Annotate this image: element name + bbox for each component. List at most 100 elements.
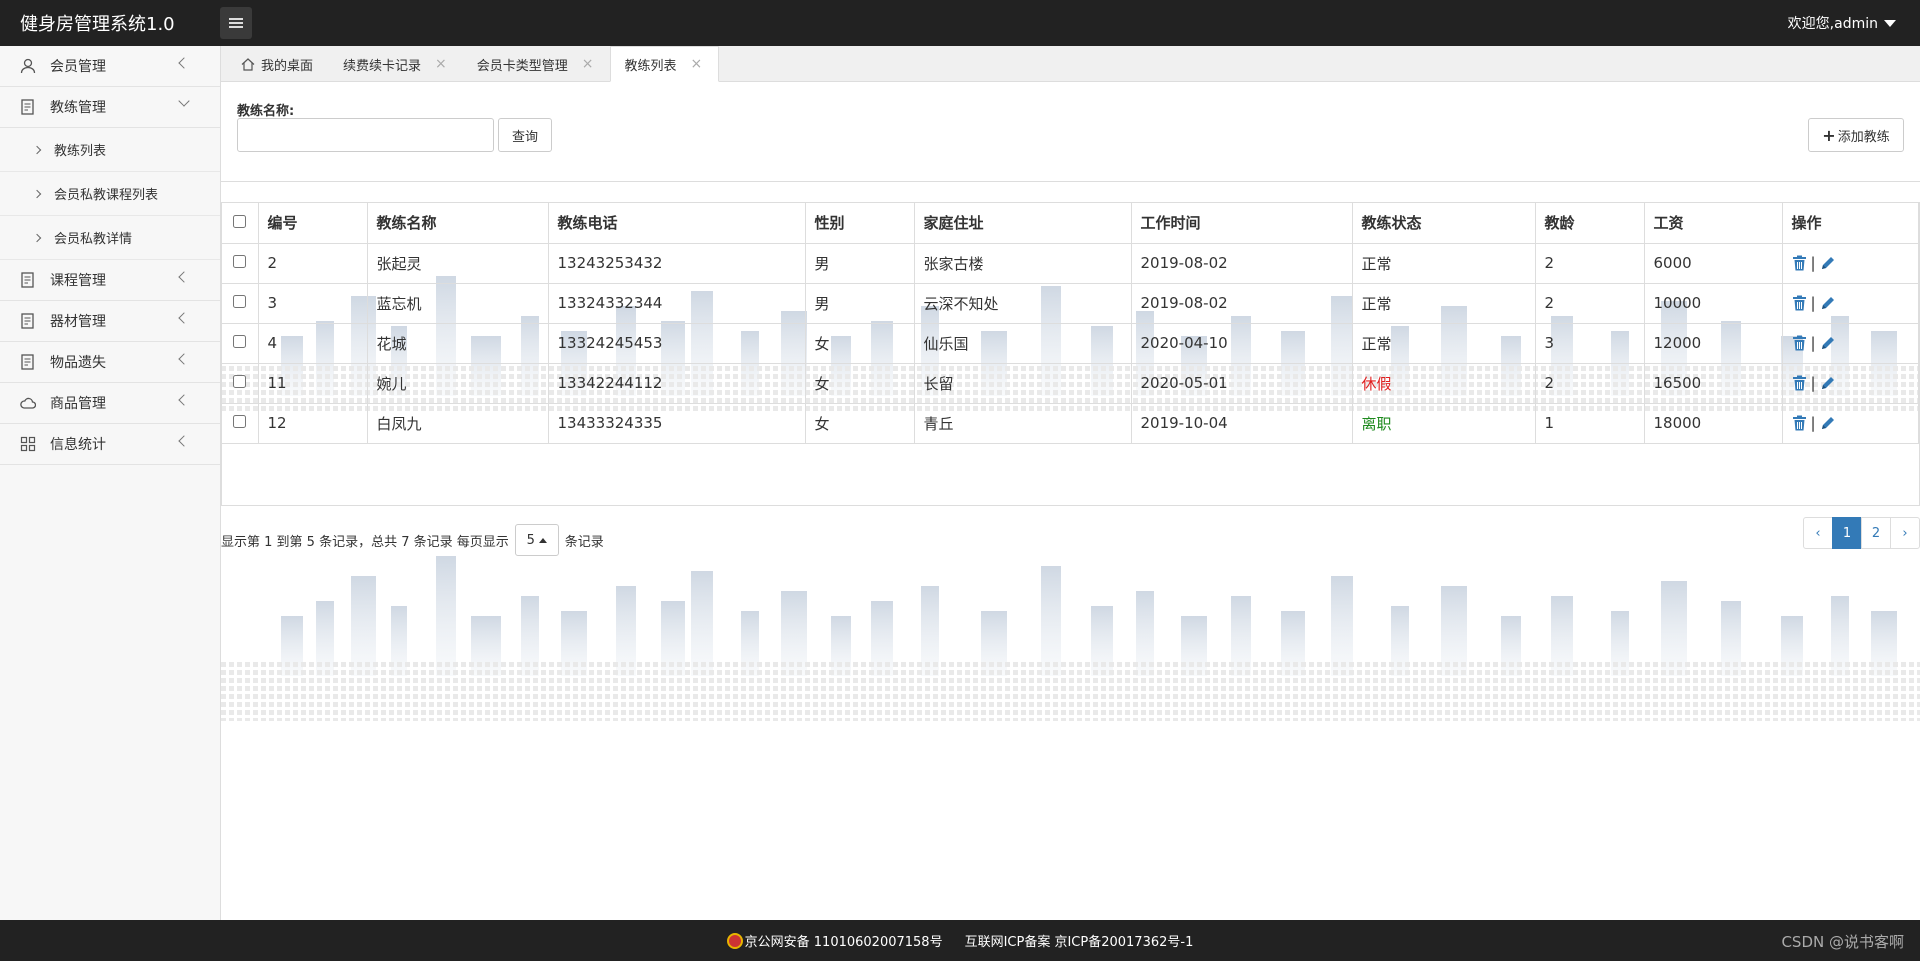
row-select-cell [222, 243, 259, 284]
row-select-cell [222, 323, 259, 364]
document-icon [20, 272, 36, 288]
sidebar-subitem-private-detail[interactable]: 会员私教详情 [0, 216, 220, 260]
tab-card-type[interactable]: 会员卡类型管理 × [463, 47, 610, 81]
cell-id: 4 [258, 323, 368, 364]
cell-actions: | [1782, 243, 1919, 284]
sidebar-item-goods[interactable]: 商品管理 [0, 383, 220, 424]
query-button[interactable]: 查询 [498, 118, 552, 152]
sidebar-item-coach[interactable]: 教练管理 [0, 87, 220, 128]
document-icon [20, 313, 36, 329]
page-size-value: 5 [526, 532, 535, 548]
row-checkbox[interactable] [233, 335, 247, 348]
sidebar-item-label: 器材管理 [50, 314, 106, 330]
pagination-info-suffix: 条记录 [564, 534, 604, 550]
close-icon[interactable]: × [582, 56, 594, 72]
chevron-left-icon [178, 271, 190, 283]
cell-gender: 男 [805, 243, 915, 284]
cell-id: 2 [258, 243, 368, 284]
cell-work-date: 2019-08-02 [1131, 283, 1353, 324]
table-header-row: 编号 教练名称 教练电话 性别 家庭住址 工作时间 教练状态 教龄 工资 操作 [222, 203, 1919, 244]
coach-name-input[interactable] [237, 118, 494, 152]
sidebar-subitem-coach-list[interactable]: 教练列表 [0, 128, 220, 172]
column-header[interactable]: 工资 [1644, 203, 1783, 244]
tab-coach-list[interactable]: 教练列表 × [609, 46, 720, 82]
sidebar-item-member[interactable]: 会员管理 [0, 46, 220, 87]
column-header[interactable]: 教练电话 [548, 203, 806, 244]
cell-work-date: 2020-04-10 [1131, 323, 1353, 364]
delete-icon[interactable] [1792, 295, 1807, 311]
main-content: 我的桌面 续费续卡记录 × 会员卡类型管理 × 教练列表 × 教练名称: 查询 + 添加… [221, 46, 1920, 920]
edit-icon[interactable] [1820, 415, 1835, 431]
cell-id: 3 [258, 283, 368, 324]
cell-actions: | [1782, 403, 1919, 444]
add-coach-button[interactable]: + 添加教练 [1808, 118, 1904, 152]
edit-icon[interactable] [1820, 255, 1835, 271]
row-checkbox[interactable] [233, 375, 247, 388]
prev-page-button[interactable]: ‹ [1803, 517, 1833, 549]
row-select-cell [222, 363, 259, 404]
police-badge-icon [726, 932, 743, 949]
close-icon[interactable]: × [691, 56, 703, 72]
cell-work-date: 2019-10-04 [1131, 403, 1353, 444]
action-separator: | [1810, 334, 1816, 352]
page-button-2[interactable]: 2 [1861, 517, 1891, 549]
column-header[interactable]: 编号 [258, 203, 368, 244]
select-all-checkbox[interactable] [233, 214, 247, 228]
cell-years: 3 [1535, 323, 1645, 364]
sidebar-item-lost-items[interactable]: 物品遗失 [0, 342, 220, 383]
cell-address: 青丘 [914, 403, 1132, 444]
grid-icon [20, 436, 36, 452]
cell-salary: 16500 [1644, 363, 1783, 404]
cell-address: 云深不知处 [914, 283, 1132, 324]
delete-icon[interactable] [1792, 415, 1807, 431]
column-header: 操作 [1782, 203, 1919, 244]
edit-icon[interactable] [1820, 295, 1835, 311]
page-button-1[interactable]: 1 [1832, 517, 1862, 549]
tab-renewal-records[interactable]: 续费续卡记录 × [329, 47, 463, 81]
chevron-left-icon [178, 394, 190, 406]
cell-years: 2 [1535, 363, 1645, 404]
row-checkbox[interactable] [233, 295, 247, 308]
action-separator: | [1810, 254, 1816, 272]
action-separator: | [1810, 294, 1816, 312]
sidebar-item-course[interactable]: 课程管理 [0, 260, 220, 301]
column-header[interactable]: 家庭住址 [914, 203, 1132, 244]
chevron-right-icon [32, 145, 42, 154]
next-page-button[interactable]: › [1890, 517, 1920, 549]
coach-name-label: 教练名称: [237, 104, 295, 119]
delete-icon[interactable] [1792, 335, 1807, 351]
page-size-select[interactable]: 5 [514, 524, 559, 556]
table-row: 2 张起灵 13243253432 男张家古楼 2019-08-02 正常 2 6000 | [222, 243, 1919, 284]
sidebar-item-equipment[interactable]: 器材管理 [0, 301, 220, 342]
close-icon[interactable]: × [435, 56, 447, 72]
column-header[interactable]: 教龄 [1535, 203, 1645, 244]
edit-icon[interactable] [1820, 375, 1835, 391]
sidebar: 会员管理 教练管理 教练列表 会员私教课程列表 会员私教详情 课程管理 器材管理… [0, 46, 221, 920]
tab-desktop[interactable]: 我的桌面 [227, 47, 329, 81]
tab-bar: 我的桌面 续费续卡记录 × 会员卡类型管理 × 教练列表 × [221, 46, 1920, 82]
coach-table-container: 编号 教练名称 教练电话 性别 家庭住址 工作时间 教练状态 教龄 工资 操作 … [221, 202, 1920, 506]
column-header[interactable]: 教练名称 [367, 203, 549, 244]
sidebar-item-label: 会员管理 [50, 59, 106, 75]
menu-toggle-button[interactable] [220, 7, 252, 39]
row-checkbox[interactable] [233, 255, 247, 268]
sidebar-subitem-private-course-list[interactable]: 会员私教课程列表 [0, 172, 220, 216]
row-checkbox[interactable] [233, 415, 247, 428]
delete-icon[interactable] [1792, 375, 1807, 391]
delete-icon[interactable] [1792, 255, 1807, 271]
column-header[interactable]: 工作时间 [1131, 203, 1353, 244]
footer: 京公网安备 11010602007158号 互联网ICP备案 京ICP备2001… [0, 920, 1920, 961]
police-record-link[interactable]: 京公网安备 11010602007158号 [745, 931, 943, 950]
edit-icon[interactable] [1820, 335, 1835, 351]
column-header[interactable]: 性别 [805, 203, 915, 244]
sidebar-subitem-label: 会员私教详情 [54, 232, 133, 247]
icp-record-link[interactable]: 互联网ICP备案 京ICP备20017362号-1 [965, 931, 1194, 950]
cell-work-date: 2020-05-01 [1131, 363, 1353, 404]
cell-id: 11 [258, 363, 368, 404]
top-navbar: 健身房管理系统1.0 欢迎您,admin [0, 0, 1920, 46]
sidebar-item-statistics[interactable]: 信息统计 [0, 424, 220, 465]
user-menu[interactable]: 欢迎您,admin [1788, 0, 1896, 46]
cell-name: 白凤九 [367, 403, 549, 444]
column-header[interactable]: 教练状态 [1352, 203, 1536, 244]
plus-icon: + [1822, 125, 1836, 145]
